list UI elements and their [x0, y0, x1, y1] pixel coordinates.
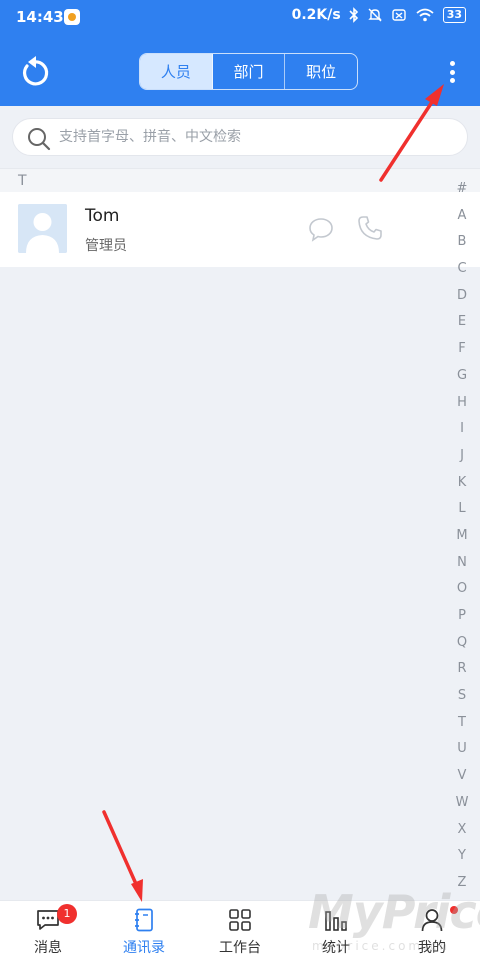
- nav-item-contacts[interactable]: 通讯录: [96, 901, 192, 960]
- alpha-index-letter[interactable]: U: [449, 736, 475, 763]
- more-dot: [449, 69, 455, 75]
- watermark-title: MyPrice: [308, 885, 480, 939]
- alpha-index-letter[interactable]: I: [449, 416, 475, 443]
- alphabet-index[interactable]: # A B C D E F G H I J K L M N O P Q R S T U V W X Y Z: [449, 176, 475, 897]
- alpha-index-letter[interactable]: V: [449, 763, 475, 790]
- alpha-index-letter[interactable]: H: [449, 390, 475, 417]
- alpha-index-letter[interactable]: C: [449, 256, 475, 283]
- nav-item-workbench[interactable]: 工作台: [192, 901, 288, 960]
- contact-name: Tom: [85, 206, 120, 226]
- contact-list-item[interactable]: Tom 管理员: [0, 192, 480, 267]
- tab-positions[interactable]: 职位: [285, 54, 357, 89]
- nav-label: 工作台: [219, 940, 261, 956]
- search-icon: [28, 128, 51, 151]
- alpha-index-letter[interactable]: N: [449, 550, 475, 577]
- alpha-index-letter[interactable]: W: [449, 790, 475, 817]
- alpha-index-letter[interactable]: #: [449, 176, 475, 203]
- avatar: [18, 204, 67, 253]
- more-dot: [449, 61, 455, 66]
- app-header: 14:43 0.2K/s 33 人员 部门 职位: [0, 0, 480, 106]
- nav-item-messages[interactable]: 1 消息: [0, 901, 96, 960]
- unread-badge: 1: [57, 904, 77, 924]
- alpha-index-letter[interactable]: R: [449, 656, 475, 683]
- wifi-icon: [416, 8, 434, 22]
- default-avatar-icon: [18, 204, 67, 253]
- alpha-index-letter[interactable]: Y: [449, 843, 475, 870]
- network-speed: 0.2K/s: [291, 7, 341, 23]
- alpha-index-letter[interactable]: E: [449, 309, 475, 336]
- contact-role: 管理员: [85, 238, 127, 254]
- app-notification-icon: [64, 9, 80, 25]
- alpha-index-letter[interactable]: L: [449, 496, 475, 523]
- refresh-icon[interactable]: [18, 54, 50, 88]
- chat-icon[interactable]: [308, 216, 334, 242]
- more-vertical-icon[interactable]: [443, 58, 461, 86]
- mute-icon: [367, 8, 382, 22]
- status-icons: 0.2K/s 33: [292, 7, 466, 23]
- watermark: MyPrice myprice.com.cn: [308, 885, 480, 960]
- view-tabs: 人员 部门 职位: [139, 53, 358, 90]
- more-dot: [449, 78, 455, 83]
- bluetooth-icon: [349, 7, 358, 23]
- nav-label: 通讯录: [123, 940, 165, 956]
- search-input[interactable]: [59, 119, 449, 155]
- contacts-book-icon: [135, 908, 153, 932]
- watermark-url: myprice.com.cn: [312, 939, 451, 953]
- phone-icon[interactable]: [356, 214, 384, 242]
- alpha-index-letter[interactable]: P: [449, 603, 475, 630]
- alpha-index-letter[interactable]: A: [449, 203, 475, 230]
- alpha-index-letter[interactable]: X: [449, 817, 475, 844]
- status-time: 14:43: [16, 8, 64, 26]
- alpha-index-letter[interactable]: J: [449, 443, 475, 470]
- alpha-index-letter[interactable]: M: [449, 523, 475, 550]
- alpha-index-letter[interactable]: Q: [449, 630, 475, 657]
- annotation-arrow-contacts: [102, 810, 143, 902]
- alpha-index-letter[interactable]: F: [449, 336, 475, 363]
- grid-icon: [229, 909, 251, 931]
- nav-label: 消息: [34, 940, 62, 956]
- alpha-index-letter[interactable]: K: [449, 470, 475, 497]
- alpha-index-letter[interactable]: O: [449, 576, 475, 603]
- alpha-index-letter[interactable]: B: [449, 229, 475, 256]
- tab-people[interactable]: 人员: [140, 54, 213, 89]
- battery-icon: 33: [442, 7, 466, 23]
- status-bar: 14:43 0.2K/s 33: [0, 0, 480, 34]
- alpha-index-letter[interactable]: G: [449, 363, 475, 390]
- alpha-index-letter[interactable]: T: [449, 710, 475, 737]
- section-header-letter: T: [0, 168, 480, 192]
- tab-departments[interactable]: 部门: [213, 54, 286, 89]
- alpha-index-letter[interactable]: D: [449, 283, 475, 310]
- sim-icon: [391, 9, 406, 21]
- alpha-index-letter[interactable]: S: [449, 683, 475, 710]
- search-bar: [12, 118, 468, 156]
